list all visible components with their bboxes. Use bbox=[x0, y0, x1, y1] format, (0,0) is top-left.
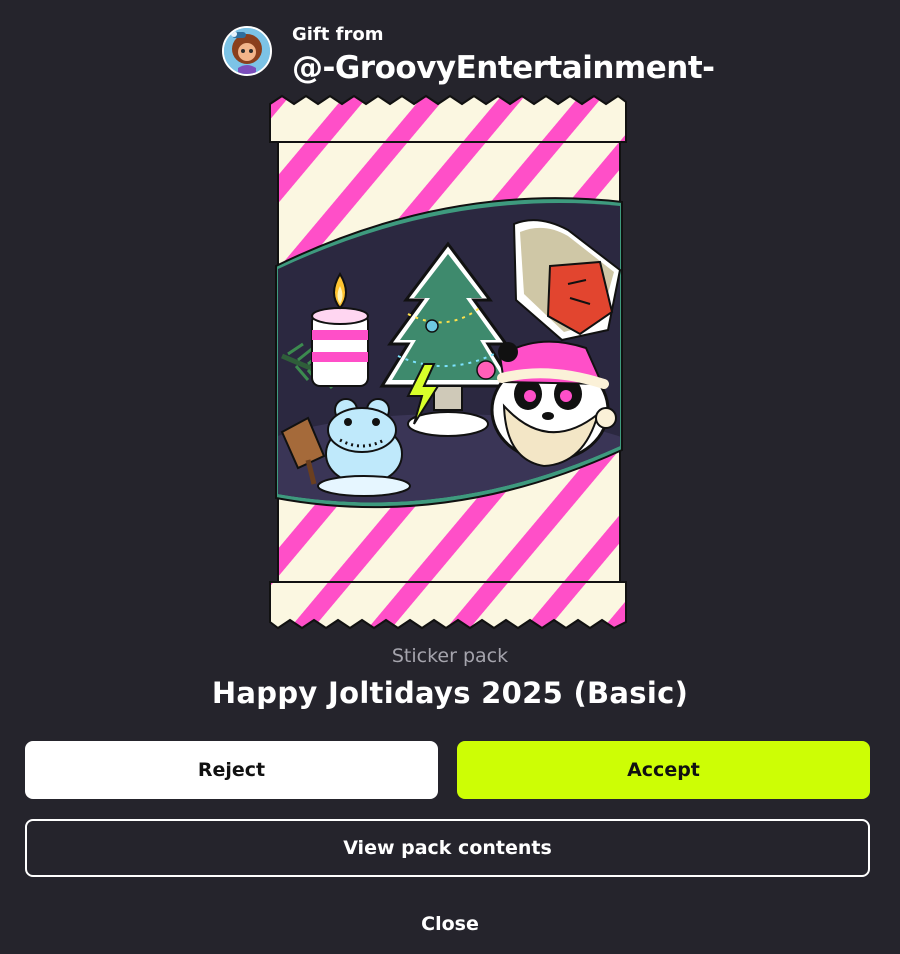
gift-dialog: Gift from @-GroovyEntertainment- Sticker… bbox=[0, 0, 900, 954]
sender-avatar bbox=[222, 26, 272, 76]
sticker-pack-artwork bbox=[269, 94, 627, 630]
close-button[interactable]: Close bbox=[360, 902, 540, 946]
view-pack-contents-button[interactable]: View pack contents bbox=[25, 819, 870, 877]
gift-from-label: Gift from bbox=[292, 24, 384, 45]
user-avatar-icon bbox=[224, 28, 270, 74]
gift-sender: Gift from @-GroovyEntertainment- bbox=[222, 22, 715, 86]
sender-username: @-GroovyEntertainment- bbox=[292, 50, 715, 86]
accept-button[interactable]: Accept bbox=[457, 741, 870, 799]
reject-button[interactable]: Reject bbox=[25, 741, 438, 799]
pack-type-label: Sticker pack bbox=[391, 645, 509, 667]
pack-title: Happy Joltidays 2025 (Basic) bbox=[211, 676, 689, 710]
